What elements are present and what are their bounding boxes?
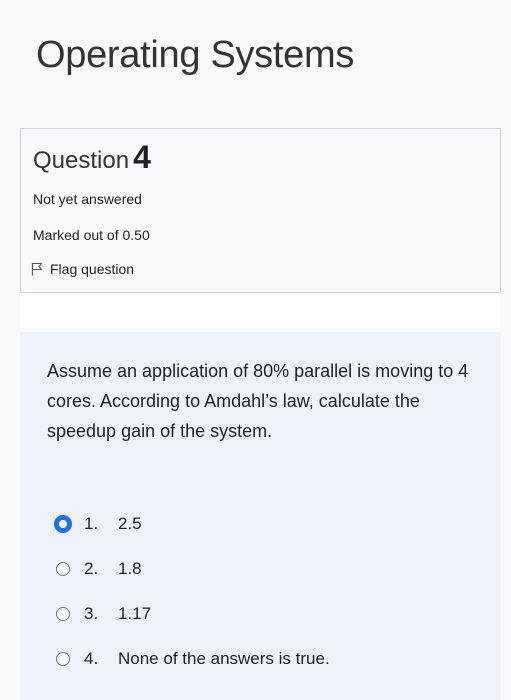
- answer-number: 4.: [84, 649, 99, 668]
- answer-text: None of the answers is true.: [118, 649, 330, 668]
- answer-option-4[interactable]: 4. None of the answers is true.: [56, 649, 330, 669]
- answer-option-1[interactable]: 1. 2.5: [54, 514, 142, 534]
- radio-button-selected[interactable]: [54, 515, 72, 533]
- answer-option-3[interactable]: 3. 1.17: [56, 604, 151, 624]
- radio-button[interactable]: [56, 652, 70, 666]
- answer-text: 2.5: [118, 514, 142, 533]
- flag-question-button[interactable]: Flag question: [31, 261, 134, 277]
- page-title: Operating Systems: [36, 34, 355, 76]
- flag-icon: [31, 262, 43, 276]
- question-number: Question 4: [33, 139, 151, 176]
- question-info-panel: Question 4 Not yet answered Marked out of…: [20, 128, 501, 293]
- question-label: Question: [33, 147, 130, 174]
- question-text: Assume an application of 80% parallel is…: [47, 361, 469, 441]
- question-content: Assume an application of 80% parallel is…: [20, 332, 501, 700]
- radio-button[interactable]: [56, 607, 70, 621]
- answer-number: 2.: [84, 559, 99, 578]
- answer-number: 1.: [84, 514, 99, 533]
- divider-strip: [20, 294, 501, 328]
- answer-text: 1.8: [118, 559, 142, 578]
- radio-button[interactable]: [56, 562, 70, 576]
- answer-number: 3.: [84, 604, 99, 623]
- question-state: Not yet answered: [33, 191, 142, 207]
- flag-question-label: Flag question: [50, 261, 135, 277]
- question-grade: Marked out of 0.50: [33, 227, 150, 243]
- answer-text: 1.17: [118, 604, 152, 623]
- answer-option-2[interactable]: 2. 1.8: [56, 559, 142, 579]
- question-number-value: 4: [133, 139, 151, 175]
